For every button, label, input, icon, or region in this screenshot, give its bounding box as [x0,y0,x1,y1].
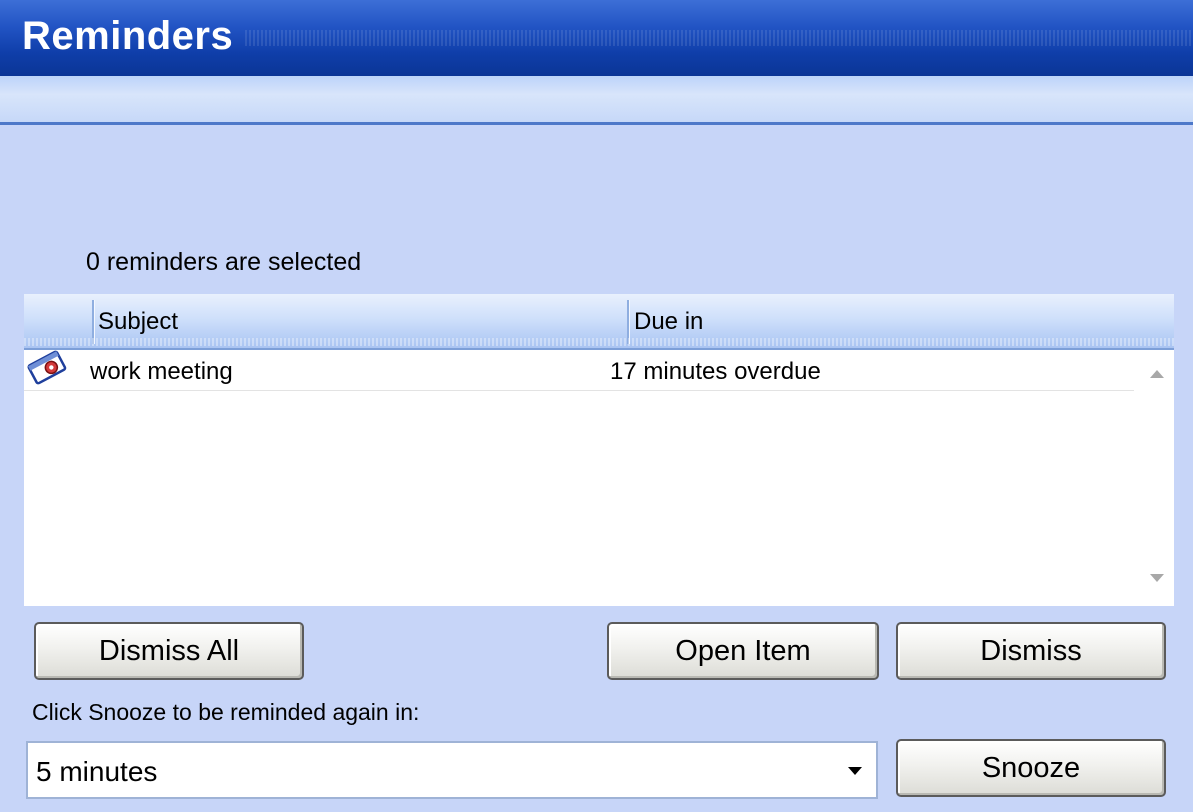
dismiss-all-button[interactable]: Dismiss All [34,622,304,680]
snooze-button[interactable]: Snooze [896,739,1166,797]
calendar-reminder-icon [24,350,74,386]
reminder-due-in: 17 minutes overdue [610,358,821,385]
column-header-subject[interactable]: Subject [98,308,178,336]
chevron-down-icon[interactable] [848,767,862,775]
title-subbar [0,76,1193,125]
snooze-label: Click Snooze to be reminded again in: [32,699,420,725]
scroll-up-arrow-icon[interactable] [1150,370,1164,378]
column-header-due-in[interactable]: Due in [634,308,703,336]
table-row[interactable]: work meeting 17 minutes overdue [24,350,1134,391]
snooze-selected-value: 5 minutes [36,756,158,787]
reminder-subject: work meeting [90,358,233,385]
scroll-down-arrow-icon[interactable] [1150,574,1164,582]
column-separator[interactable] [92,300,95,344]
list-header: Subject Due in [24,294,1174,350]
reminders-list[interactable]: Subject Due in work meeting 17 minutes o… [24,294,1174,606]
window-title: Reminders [22,14,234,58]
column-separator[interactable] [627,300,630,344]
open-item-button[interactable]: Open Item [607,622,879,680]
snooze-duration-select[interactable]: 5 minutes [26,741,878,799]
dismiss-button[interactable]: Dismiss [896,622,1166,680]
reminders-window: Reminders 0 reminders are selected Subje… [0,0,1193,812]
selected-count-text: 0 reminders are selected [86,248,362,276]
title-bar: Reminders [0,0,1193,76]
